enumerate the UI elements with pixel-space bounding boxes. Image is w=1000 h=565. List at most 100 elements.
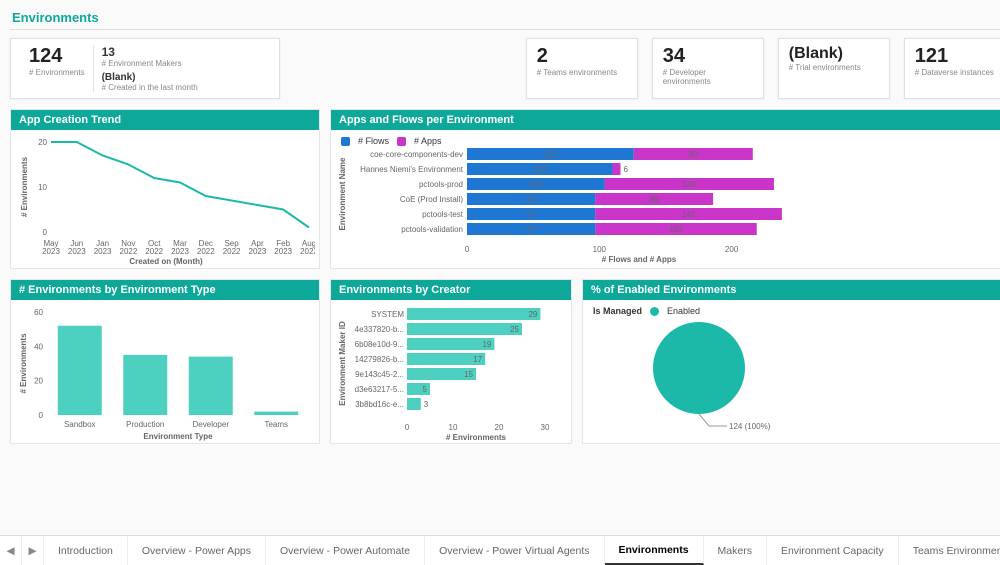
svg-text:0: 0 xyxy=(405,423,410,432)
chart-title: Apps and Flows per Environment xyxy=(331,110,1000,130)
chart-legend: Is Managed Enabled xyxy=(589,306,1000,316)
svg-text:10: 10 xyxy=(449,423,458,432)
tab-prev-icon[interactable]: ◀ xyxy=(0,536,22,565)
svg-text:coe-core-components-dev: coe-core-components-dev xyxy=(370,150,463,159)
svg-text:60: 60 xyxy=(34,308,43,317)
svg-text:2023: 2023 xyxy=(249,247,267,256)
svg-text:d3e63217-5...: d3e63217-5... xyxy=(355,385,404,394)
svg-text:# Environments: # Environments xyxy=(20,156,29,217)
svg-text:# Environments: # Environments xyxy=(19,333,28,394)
chart-env-by-type[interactable]: # Environments by Environment Type 02040… xyxy=(10,279,320,444)
kpi-label: # Created in the last month xyxy=(102,83,198,92)
tab-overview-power-apps[interactable]: Overview - Power Apps xyxy=(128,536,266,565)
chart-env-by-creator[interactable]: Environments by Creator 29SYSTEM254e3378… xyxy=(330,279,572,444)
svg-text:0: 0 xyxy=(43,228,48,237)
svg-text:4e337820-b...: 4e337820-b... xyxy=(355,325,404,334)
kpi-label: # Dataverse instances xyxy=(915,68,1000,77)
tab-overview-power-virtual-agents[interactable]: Overview - Power Virtual Agents xyxy=(425,536,604,565)
svg-text:Hannes Niemi's Environment: Hannes Niemi's Environment xyxy=(360,165,464,174)
svg-text:124 (100%): 124 (100%) xyxy=(729,422,771,431)
kpi-card-teams[interactable]: 2 # Teams environments xyxy=(526,38,638,99)
svg-text:2023: 2023 xyxy=(171,247,189,256)
svg-text:14279826-b...: 14279826-b... xyxy=(355,355,404,364)
svg-text:pctools-prod: pctools-prod xyxy=(419,180,463,189)
svg-text:0: 0 xyxy=(39,411,44,420)
chart-title: Environments by Creator xyxy=(331,280,571,300)
kpi-label: # Developer environments xyxy=(663,68,753,86)
chart-apps-flows[interactable]: Apps and Flows per Environment # Flows #… xyxy=(330,109,1000,269)
svg-text:2023: 2023 xyxy=(42,247,60,256)
svg-text:Teams: Teams xyxy=(264,420,288,429)
svg-text:# Flows and # Apps: # Flows and # Apps xyxy=(602,255,677,264)
svg-text:3: 3 xyxy=(424,400,429,409)
svg-text:110: 110 xyxy=(533,165,546,174)
svg-text:29: 29 xyxy=(528,310,537,319)
report-canvas: Environments 124 # Environments 13 # Env… xyxy=(0,0,1000,535)
tab-overview-power-automate[interactable]: Overview - Power Automate xyxy=(266,536,425,565)
svg-text:9e143c45-2...: 9e143c45-2... xyxy=(355,370,404,379)
kpi-row: 124 # Environments 13 # Environment Make… xyxy=(10,38,1000,99)
report-main: Environments 124 # Environments 13 # Env… xyxy=(0,0,1000,565)
kpi-card-trial[interactable]: (Blank) # Trial environments xyxy=(778,38,890,99)
svg-text:2022: 2022 xyxy=(120,247,138,256)
kpi-label: # Trial environments xyxy=(789,63,879,72)
svg-text:pctools-test: pctools-test xyxy=(422,210,464,219)
svg-text:# Environments: # Environments xyxy=(446,433,507,441)
kpi-label: # Environments xyxy=(29,68,85,77)
svg-text:2023: 2023 xyxy=(94,247,112,256)
svg-text:2022: 2022 xyxy=(300,247,315,256)
svg-text:2023: 2023 xyxy=(274,247,292,256)
svg-text:2022: 2022 xyxy=(145,247,163,256)
svg-text:17: 17 xyxy=(473,355,482,364)
kpi-card-dataverse[interactable]: 121 # Dataverse instances xyxy=(904,38,1000,99)
kpi-value: 124 xyxy=(29,45,85,68)
kpi-value: 13 xyxy=(102,45,198,59)
tab-environment-capacity[interactable]: Environment Capacity xyxy=(767,536,899,565)
kpi-value: (Blank) xyxy=(789,45,879,63)
svg-text:104: 104 xyxy=(529,180,543,189)
svg-text:SYSTEM: SYSTEM xyxy=(371,310,404,319)
kpi-value: 121 xyxy=(915,45,1000,68)
kpi-value: 2 xyxy=(537,45,627,68)
chart-title: App Creation Trend xyxy=(11,110,319,130)
kpi-label: # Teams environments xyxy=(537,68,627,77)
svg-text:6b08e10d-9...: 6b08e10d-9... xyxy=(355,340,404,349)
svg-text:97: 97 xyxy=(527,225,536,234)
svg-text:Production: Production xyxy=(126,420,164,429)
chart-app-creation-trend[interactable]: App Creation Trend 01020May2023Jun2023Ja… xyxy=(10,109,320,269)
tab-next-icon[interactable]: ▶ xyxy=(22,536,44,565)
svg-text:15: 15 xyxy=(464,370,473,379)
svg-text:2023: 2023 xyxy=(68,247,86,256)
kpi-card-developer[interactable]: 34 # Developer environments xyxy=(652,38,764,99)
svg-text:122: 122 xyxy=(669,225,683,234)
tab-introduction[interactable]: Introduction xyxy=(44,536,128,565)
chart-pct-enabled[interactable]: % of Enabled Environments Is Managed Ena… xyxy=(582,279,1000,444)
svg-text:141: 141 xyxy=(682,210,696,219)
svg-text:Environment Maker ID: Environment Maker ID xyxy=(338,321,347,406)
svg-text:Developer: Developer xyxy=(193,420,230,429)
svg-text:200: 200 xyxy=(725,245,739,254)
svg-text:5: 5 xyxy=(423,385,428,394)
tab-teams-environments[interactable]: Teams Environments xyxy=(899,536,1000,565)
chart-title: % of Enabled Environments xyxy=(583,280,1000,300)
tab-environments[interactable]: Environments xyxy=(605,536,704,565)
svg-text:Sandbox: Sandbox xyxy=(64,420,96,429)
svg-text:126: 126 xyxy=(544,150,558,159)
tab-makers[interactable]: Makers xyxy=(704,536,767,565)
svg-text:3b8bd16c-e...: 3b8bd16c-e... xyxy=(355,400,404,409)
kpi-card-environments[interactable]: 124 # Environments 13 # Environment Make… xyxy=(10,38,280,99)
svg-text:97: 97 xyxy=(527,210,536,219)
svg-text:100: 100 xyxy=(593,245,607,254)
svg-text:pctools-validation: pctools-validation xyxy=(401,225,463,234)
svg-text:10: 10 xyxy=(38,183,47,192)
svg-text:40: 40 xyxy=(34,342,43,351)
svg-text:Environment Type: Environment Type xyxy=(143,432,213,441)
svg-text:19: 19 xyxy=(482,340,491,349)
svg-text:30: 30 xyxy=(541,423,550,432)
svg-text:128: 128 xyxy=(683,180,697,189)
chart-title: # Environments by Environment Type xyxy=(11,280,319,300)
svg-text:20: 20 xyxy=(38,138,47,147)
svg-text:Created on (Month): Created on (Month) xyxy=(129,257,203,266)
page-tabs: ◀ ▶ IntroductionOverview - Power AppsOve… xyxy=(0,535,1000,565)
svg-text:0: 0 xyxy=(465,245,470,254)
